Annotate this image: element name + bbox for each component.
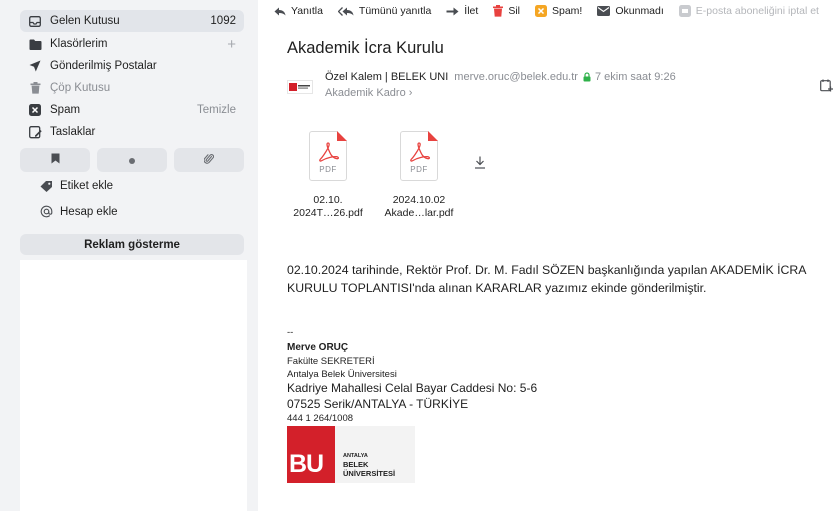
- sidebar-ad-area: [20, 260, 247, 511]
- signature-institution: Antalya Belek Üniversitesi: [287, 369, 397, 380]
- file-extension: PDF: [319, 165, 337, 174]
- attachment-filter-button[interactable]: [174, 148, 244, 172]
- unsubscribe-label: E-posta aboneliğini iptal et: [695, 5, 819, 17]
- pdf-file-icon: PDF: [309, 131, 347, 181]
- send-icon: [28, 59, 42, 73]
- attachment-pdf-2[interactable]: PDF 2024.10.02 Akade…lar.pdf: [379, 131, 459, 220]
- sender-email[interactable]: merve.oruc@belek.edu.tr: [454, 71, 578, 83]
- sidebar: Gelen Kutusu 1092 Klasörlerim + Gönderil…: [0, 0, 258, 511]
- sidebar-item-label: Taslaklar: [50, 126, 96, 138]
- attachment-name-line: 2024T…26.pdf: [293, 207, 363, 219]
- unread-filter-button[interactable]: [97, 148, 167, 172]
- trash-icon: [28, 81, 42, 95]
- delete-label: Sil: [508, 5, 520, 17]
- logo-line-3: ÜNİVERSİTESİ: [343, 469, 396, 478]
- signature-address-1: Kadriye Mahallesi Celal Bayar Caddesi No…: [287, 381, 538, 395]
- university-logo: BU ANTALYA BELEK ÜNİVERSİTESİ: [287, 426, 415, 483]
- folder-icon: [28, 37, 42, 51]
- envelope-icon: [597, 6, 611, 16]
- sidebar-item-label: Gönderilmiş Postalar: [50, 60, 157, 72]
- chevron-right-icon: ›: [408, 87, 413, 99]
- sidebar-item-folders[interactable]: Klasörlerim +: [20, 33, 244, 55]
- message-subject: Akademik İcra Kurulu: [287, 39, 444, 57]
- mark-unread-label: Okunmadı: [615, 5, 664, 17]
- message-body: 02.10.2024 tarihinde, Rektör Prof. Dr. M…: [287, 263, 806, 295]
- download-all-icon[interactable]: [474, 156, 486, 169]
- sidebar-item-label: Klasörlerim: [50, 38, 108, 50]
- sidebar-item-trash[interactable]: Çöp Kutusu: [20, 77, 244, 99]
- spam-label: Spam!: [551, 5, 583, 17]
- attachment-name-line: 02.10.: [313, 194, 343, 206]
- unread-count: 1092: [210, 15, 236, 27]
- sidebar-item-drafts[interactable]: Taslaklar: [20, 121, 244, 143]
- unsubscribe-button[interactable]: E-posta aboneliğini iptal et: [678, 5, 819, 17]
- sidebar-item-inbox[interactable]: Gelen Kutusu 1092: [20, 10, 244, 32]
- sender-avatar[interactable]: [287, 80, 313, 94]
- sender-info: Özel Kalem | BELEK UNI merve.oruc@belek.…: [325, 71, 676, 83]
- reply-all-label: Tümünü yanıtla: [358, 5, 432, 17]
- forward-icon: [446, 7, 459, 16]
- folder-name: Akademik Kadro: [325, 87, 406, 99]
- trash-icon: [493, 5, 504, 17]
- inbox-icon: [28, 14, 42, 28]
- sidebar-item-label: Çöp Kutusu: [50, 82, 111, 94]
- quick-filters: [20, 148, 244, 172]
- add-label-text: Etiket ekle: [60, 180, 114, 192]
- reply-icon: [274, 7, 286, 16]
- hide-ads-button[interactable]: Reklam gösterme: [20, 234, 244, 255]
- attachment-pdf-1[interactable]: PDF 02.10. 2024T…26.pdf: [288, 131, 368, 220]
- add-label-button[interactable]: Etiket ekle: [40, 180, 113, 192]
- signature-phone: 444 1 264/1008: [287, 413, 354, 424]
- empty-spam-button[interactable]: Temizle: [197, 104, 236, 116]
- message-toolbar: Yanıtla Tümünü yanıtla İlet Sil Spam! Ok…: [258, 0, 840, 22]
- spam-icon: [28, 103, 42, 117]
- add-account-text: Hesap ekle: [60, 205, 118, 218]
- lock-icon: [583, 72, 591, 82]
- unsubscribe-icon: [678, 5, 691, 17]
- signature-address-2: 07525 Serik/ANTALYA - TÜRKİYE: [287, 397, 469, 411]
- reply-all-icon: [337, 6, 354, 16]
- forward-label: İlet: [464, 5, 479, 17]
- add-account-button[interactable]: Hesap ekle: [40, 205, 118, 218]
- reply-button[interactable]: Yanıtla: [274, 5, 323, 17]
- file-extension: PDF: [410, 165, 428, 174]
- bookmark-icon: [51, 153, 60, 167]
- mark-unread-button[interactable]: Okunmadı: [597, 5, 664, 17]
- dot-icon: [129, 153, 135, 167]
- sender-name[interactable]: Özel Kalem | BELEK UNI: [325, 71, 448, 83]
- delete-button[interactable]: Sil: [493, 5, 520, 17]
- pdf-file-icon: PDF: [400, 131, 438, 181]
- draft-icon: [28, 125, 42, 139]
- signature-title: Fakülte SEKRETERİ: [287, 356, 375, 367]
- attachment-name-line: 2024.10.02: [392, 194, 446, 206]
- logo-letters: BU: [289, 450, 324, 478]
- signature-separator: --: [287, 327, 294, 338]
- logo-line-1: ANTALYA: [343, 453, 368, 459]
- attachment-name-line: Akade…lar.pdf: [384, 207, 454, 219]
- tag-icon: [40, 180, 53, 192]
- paperclip-icon: [203, 153, 215, 168]
- add-folder-button[interactable]: +: [227, 37, 236, 52]
- attachment-name: 02.10. 2024T…26.pdf: [288, 194, 368, 220]
- add-to-calendar-icon[interactable]: [820, 79, 833, 92]
- sidebar-item-label: Spam: [50, 104, 81, 116]
- forward-button[interactable]: İlet: [446, 5, 478, 17]
- at-icon: [40, 205, 53, 218]
- logo-line-2: BELEK: [343, 460, 369, 469]
- reply-label: Yanıtla: [291, 5, 323, 17]
- reply-all-button[interactable]: Tümünü yanıtla: [337, 5, 432, 17]
- spam-icon: [534, 5, 547, 17]
- signature-name: Merve ORUÇ: [287, 342, 349, 353]
- spam-button[interactable]: Spam!: [534, 5, 583, 17]
- message-folder-link[interactable]: Akademik Kadro ›: [325, 87, 412, 99]
- sidebar-item-sent[interactable]: Gönderilmiş Postalar: [20, 55, 244, 77]
- sidebar-item-spam[interactable]: Spam Temizle: [20, 99, 244, 121]
- message-date: 7 ekim saat 9:26: [594, 71, 676, 83]
- bookmark-filter-button[interactable]: [20, 148, 90, 172]
- attachment-name: 2024.10.02 Akade…lar.pdf: [379, 194, 459, 220]
- sidebar-item-label: Gelen Kutusu: [50, 15, 120, 27]
